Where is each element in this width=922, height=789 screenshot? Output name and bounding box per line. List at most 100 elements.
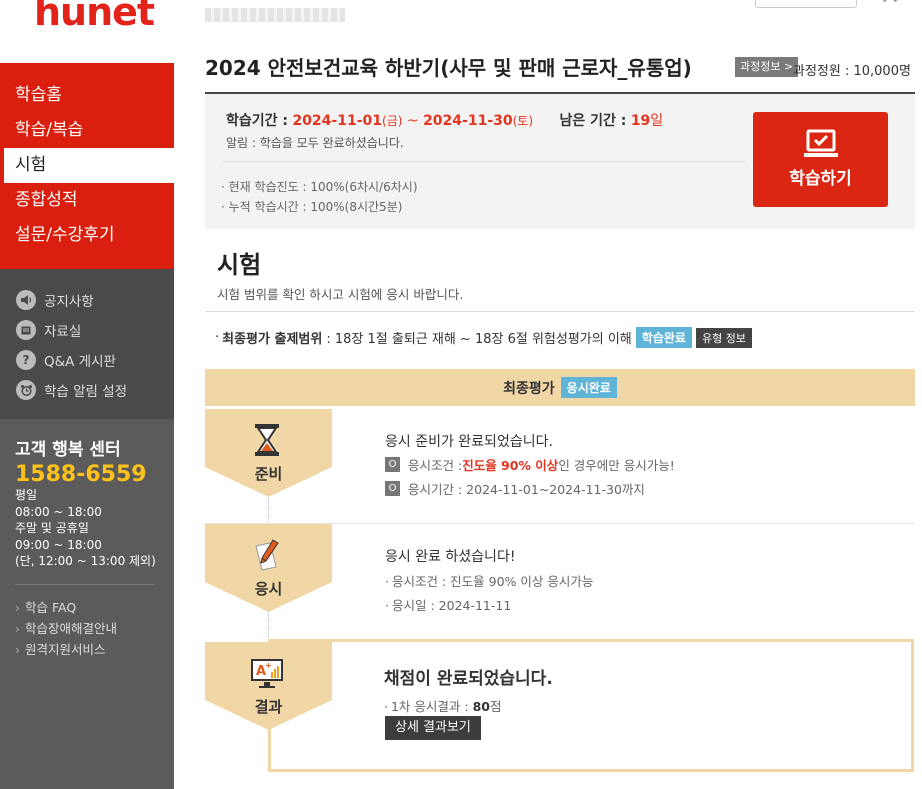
final-exam-label: 최종평가 bbox=[503, 380, 555, 397]
divider bbox=[15, 583, 155, 585]
customer-center: 고객 행복 센터 1588-6559 평일 08:00 ~ 18:00 주말 및… bbox=[0, 419, 174, 789]
condition-highlight: 진도율 90% 이상 bbox=[462, 458, 559, 473]
take-heading: 응시 완료 하셨습니다! bbox=[385, 549, 516, 565]
result-score: 1차 응시결과 : 80점 bbox=[384, 696, 502, 715]
step-result: A + 결과 bbox=[205, 642, 332, 730]
link-troubleshooting[interactable]: 학습장애해결안내 bbox=[15, 618, 174, 639]
period-text: 응시기간 : 2024-11-01~2024-11-30까지 bbox=[408, 482, 645, 497]
menu-item-grades[interactable]: 종합성적 bbox=[0, 183, 174, 218]
take-date: 응시일 : 2024-11-11 bbox=[385, 595, 511, 614]
sidebar: hunet 학습홈 학습/복습 시험 종합성적 설문/수강후기 공지사항 자료실… bbox=[0, 0, 174, 789]
alarm-clock-icon bbox=[16, 380, 36, 400]
close-icon[interactable]: ✕ bbox=[880, 0, 900, 10]
menu-item-study-review[interactable]: 학습/복습 bbox=[0, 113, 174, 148]
course-info-panel: 학습기간 : 2024-11-01(금) ~ 2024-11-30(토) 남은 … bbox=[205, 92, 915, 229]
menu-item-survey-review[interactable]: 설문/수강후기 bbox=[0, 218, 174, 253]
prepare-heading: 응시 준비가 완료되었습니다. bbox=[385, 434, 553, 450]
step-prepare: 준비 응시 준비가 완료되었습니다. O 응시조건 : 진도율 90% 이상 인… bbox=[205, 409, 915, 523]
sub-item-label: 학습 알림 설정 bbox=[44, 384, 128, 400]
step-take: 응시 응시 완료 하셨습니다! 응시조건 : 진도율 90% 이상 응시가능 응… bbox=[205, 524, 915, 638]
remaining-label: 남은 기간 : bbox=[559, 113, 627, 129]
sub-item-notice[interactable]: 공지사항 bbox=[0, 285, 174, 315]
hours-weekend-label: 주말 및 공휴일 bbox=[15, 521, 89, 535]
score-prefix: 1차 응시결과 : bbox=[384, 699, 473, 714]
prepare-condition: O 응시조건 : 진도율 90% 이상 인 경우에만 응시가능! bbox=[385, 455, 675, 474]
laptop-check-icon bbox=[803, 129, 838, 157]
completion-notice: 알림 : 학습을 모두 완료하셨습니다. bbox=[226, 136, 404, 150]
condition-suffix: 인 경우에만 응시가능! bbox=[558, 458, 675, 473]
exam-range: · 최종평가 출제범위 : 18장 1절 출퇴근 재해 ~ 18장 6절 위험성… bbox=[215, 327, 752, 348]
hunet-logo[interactable]: hunet bbox=[34, 0, 155, 34]
hours-weekday-time: 08:00 ~ 18:00 bbox=[15, 504, 102, 519]
study-button-label: 학습하기 bbox=[789, 169, 852, 189]
top-button[interactable] bbox=[755, 0, 857, 8]
hourglass-icon bbox=[255, 424, 279, 456]
final-exam-status-badge: 응시완료 bbox=[560, 377, 617, 398]
remaining-unit: 일 bbox=[650, 113, 664, 129]
range-status-badge: 학습완료 bbox=[635, 327, 692, 348]
question-icon: ? bbox=[16, 350, 36, 370]
menu-item-exam[interactable]: 시험 bbox=[0, 148, 174, 183]
step-label-result: 결과 bbox=[254, 698, 283, 716]
progress-stat: · 현재 학습진도 : 100%(6차시/6차시) bbox=[221, 180, 418, 194]
range-label: 최종평가 출제범위 bbox=[222, 332, 323, 347]
course-capacity: 과정정원 : 10,000명 bbox=[793, 64, 911, 79]
score-unit: 점 bbox=[489, 699, 502, 714]
divider bbox=[205, 311, 915, 312]
sub-item-alarm-settings[interactable]: 학습 알림 설정 bbox=[0, 375, 174, 405]
exam-description: 시험 범위를 확인 하시고 시험에 응시 바랍니다. bbox=[217, 287, 464, 302]
result-heading: 채점이 완료되었습니다. bbox=[384, 669, 553, 689]
take-date-text: 응시일 : 2024-11-11 bbox=[385, 595, 511, 614]
divider bbox=[223, 161, 745, 162]
hours-weekday-label: 평일 bbox=[15, 488, 38, 502]
step-label-take: 응시 bbox=[254, 580, 283, 598]
step-label-prepare: 준비 bbox=[254, 465, 283, 483]
period-end-day: (토) bbox=[512, 114, 534, 128]
result-panel: 채점이 완료되었습니다. 1차 응시결과 : 80점 상세 결과보기 bbox=[268, 639, 914, 772]
customer-center-phone: 1588-6559 bbox=[15, 462, 147, 487]
pencil-paper-icon bbox=[255, 539, 279, 571]
period-end: 2024-11-30 bbox=[423, 113, 513, 129]
hours-weekend-time: 09:00 ~ 18:00 bbox=[15, 537, 102, 552]
final-exam-header: 최종평가 응시완료 bbox=[205, 369, 915, 406]
link-study-faq[interactable]: 학습 FAQ bbox=[15, 597, 174, 618]
sub-item-resources[interactable]: 자료실 bbox=[0, 315, 174, 345]
speaker-icon bbox=[16, 290, 36, 310]
hours-lunch-note: (단, 12:00 ~ 13:00 제외) bbox=[15, 554, 156, 568]
menu-item-study-home[interactable]: 학습홈 bbox=[0, 78, 174, 113]
period-label: 학습기간 : bbox=[226, 113, 288, 129]
detail-result-button[interactable]: 상세 결과보기 bbox=[385, 716, 481, 740]
study-period: 학습기간 : 2024-11-01(금) ~ 2024-11-30(토) 남은 … bbox=[226, 110, 663, 130]
customer-center-title: 고객 행복 센터 bbox=[15, 440, 121, 460]
take-condition-text: 응시조건 : 진도율 90% 이상 응시가능 bbox=[385, 571, 593, 590]
period-separator: ~ bbox=[406, 113, 419, 129]
folder-icon bbox=[16, 320, 36, 340]
blurred-breadcrumb bbox=[205, 8, 345, 22]
score-value: 80 bbox=[472, 699, 490, 714]
take-condition: 응시조건 : 진도율 90% 이상 응시가능 bbox=[385, 571, 593, 590]
period-start: 2024-11-01 bbox=[292, 113, 383, 129]
main-menu: 학습홈 학습/복습 시험 종합성적 설문/수강후기 bbox=[0, 63, 174, 269]
bullet-icon: O bbox=[385, 457, 400, 472]
logo-area: hunet bbox=[0, 0, 174, 63]
sub-item-label: Q&A 게시판 bbox=[44, 354, 116, 370]
condition-prefix: 응시조건 : bbox=[408, 458, 463, 473]
period-start-day: (금) bbox=[382, 114, 403, 128]
sub-item-label: 공지사항 bbox=[44, 294, 94, 310]
remaining-value: 19 bbox=[630, 113, 651, 129]
sub-item-qna[interactable]: ? Q&A 게시판 bbox=[0, 345, 174, 375]
course-info-button[interactable]: 과정정보 > bbox=[735, 57, 799, 77]
prepare-period: O 응시기간 : 2024-11-01~2024-11-30까지 bbox=[385, 479, 645, 498]
grade-chart-icon: A + bbox=[251, 659, 283, 688]
bullet-icon: O bbox=[385, 481, 400, 496]
sub-menu: 공지사항 자료실 ? Q&A 게시판 학습 알림 설정 bbox=[0, 269, 174, 419]
study-time-stat: · 누적 학습시간 : 100%(8시간5분) bbox=[221, 200, 403, 214]
course-title: 2024 안전보건교육 하반기(사무 및 판매 근로자_유통업) bbox=[205, 56, 692, 80]
sub-item-label: 자료실 bbox=[44, 324, 82, 340]
link-remote-support[interactable]: 원격지원서비스 bbox=[15, 639, 174, 660]
study-button[interactable]: 학습하기 bbox=[753, 112, 888, 207]
range-text: : 18장 1절 출퇴근 재해 ~ 18장 6절 위험성평가의 이해 bbox=[326, 332, 632, 347]
exam-title: 시험 bbox=[217, 251, 262, 279]
type-info-button[interactable]: 유형 정보 bbox=[695, 327, 752, 348]
svg-text:+: + bbox=[265, 661, 272, 670]
